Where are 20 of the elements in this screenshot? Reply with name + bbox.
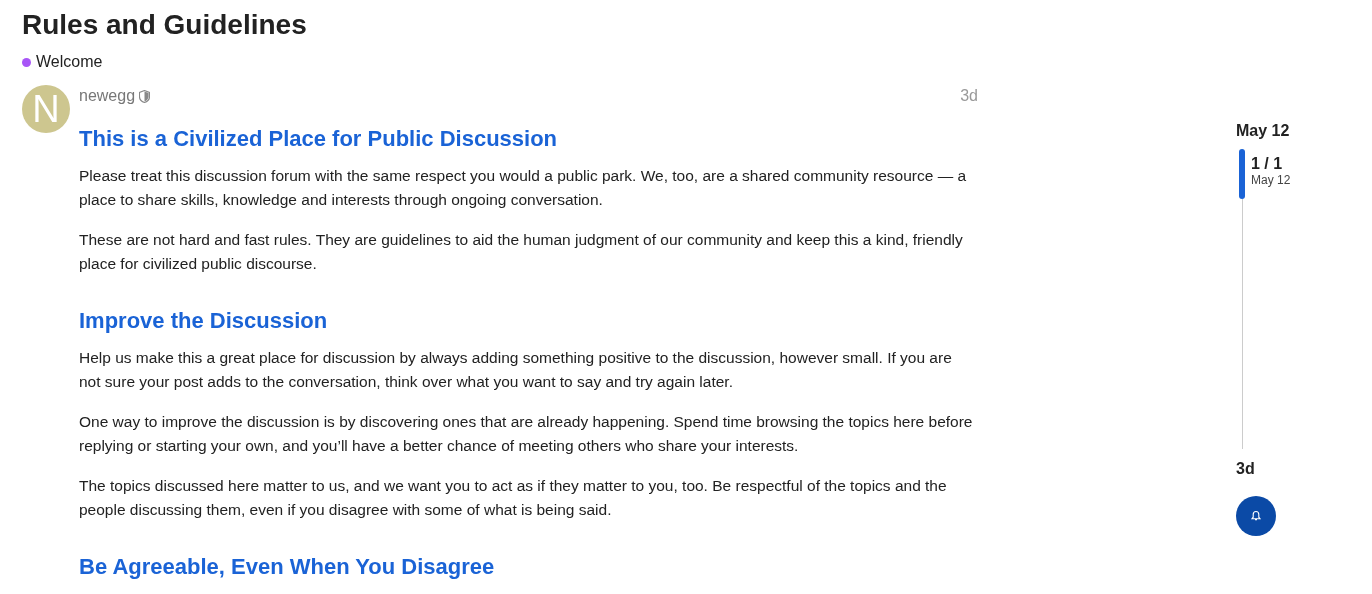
section-heading: Improve the Discussion	[79, 307, 329, 335]
position-date: May 12	[1251, 173, 1291, 187]
author-name[interactable]: newegg	[79, 87, 136, 105]
timeline-end-label[interactable]: 3d	[1236, 460, 1316, 478]
timeline-handle[interactable]	[1239, 149, 1245, 199]
section-heading: This is a Civilized Place for Public Discussion	[79, 125, 559, 153]
shield-icon	[139, 89, 151, 103]
post-age: 3d	[960, 87, 978, 105]
category-link[interactable]: Welcome	[36, 53, 103, 71]
topic-title: Rules and Guidelines	[22, 8, 308, 42]
post-position: 1 / 1	[1251, 155, 1284, 173]
paragraph: The topics discussed here matter to us, and we want you to act as if they matter to you, too. Be respectful of the topics and the people discussing them, even if you disagree with some of what is being said.	[79, 476, 948, 520]
bell-icon	[1250, 510, 1262, 522]
notification-button[interactable]	[1236, 496, 1276, 536]
paragraph: Please treat this discussion forum with the same respect you would a public park. We, too, are a shared community resource — a place to share skills, knowledge and interests through ongoing conversation.	[79, 166, 968, 210]
paragraph: One way to improve the discussion is by discovering ones that are already happening. Spend time browsing the topics here before replying or starting your own, and you’ll have a better chance of meeting others who share your interests.	[79, 412, 974, 456]
section-heading: Be Agreeable, Even When You Disagree	[79, 553, 496, 581]
timeline-start-date[interactable]: May 12	[1236, 122, 1316, 140]
paragraph: Help us make this a great place for discussion by always adding something positive to the discussion, however small. If you are not sure your post adds to the conversation, think over what you want to say and try again later.	[79, 348, 953, 392]
paragraph: These are not hard and fast rules. They are guidelines to aid the human judgment of our community and keep this a kind, friendly place for civilized public discourse.	[79, 230, 964, 274]
